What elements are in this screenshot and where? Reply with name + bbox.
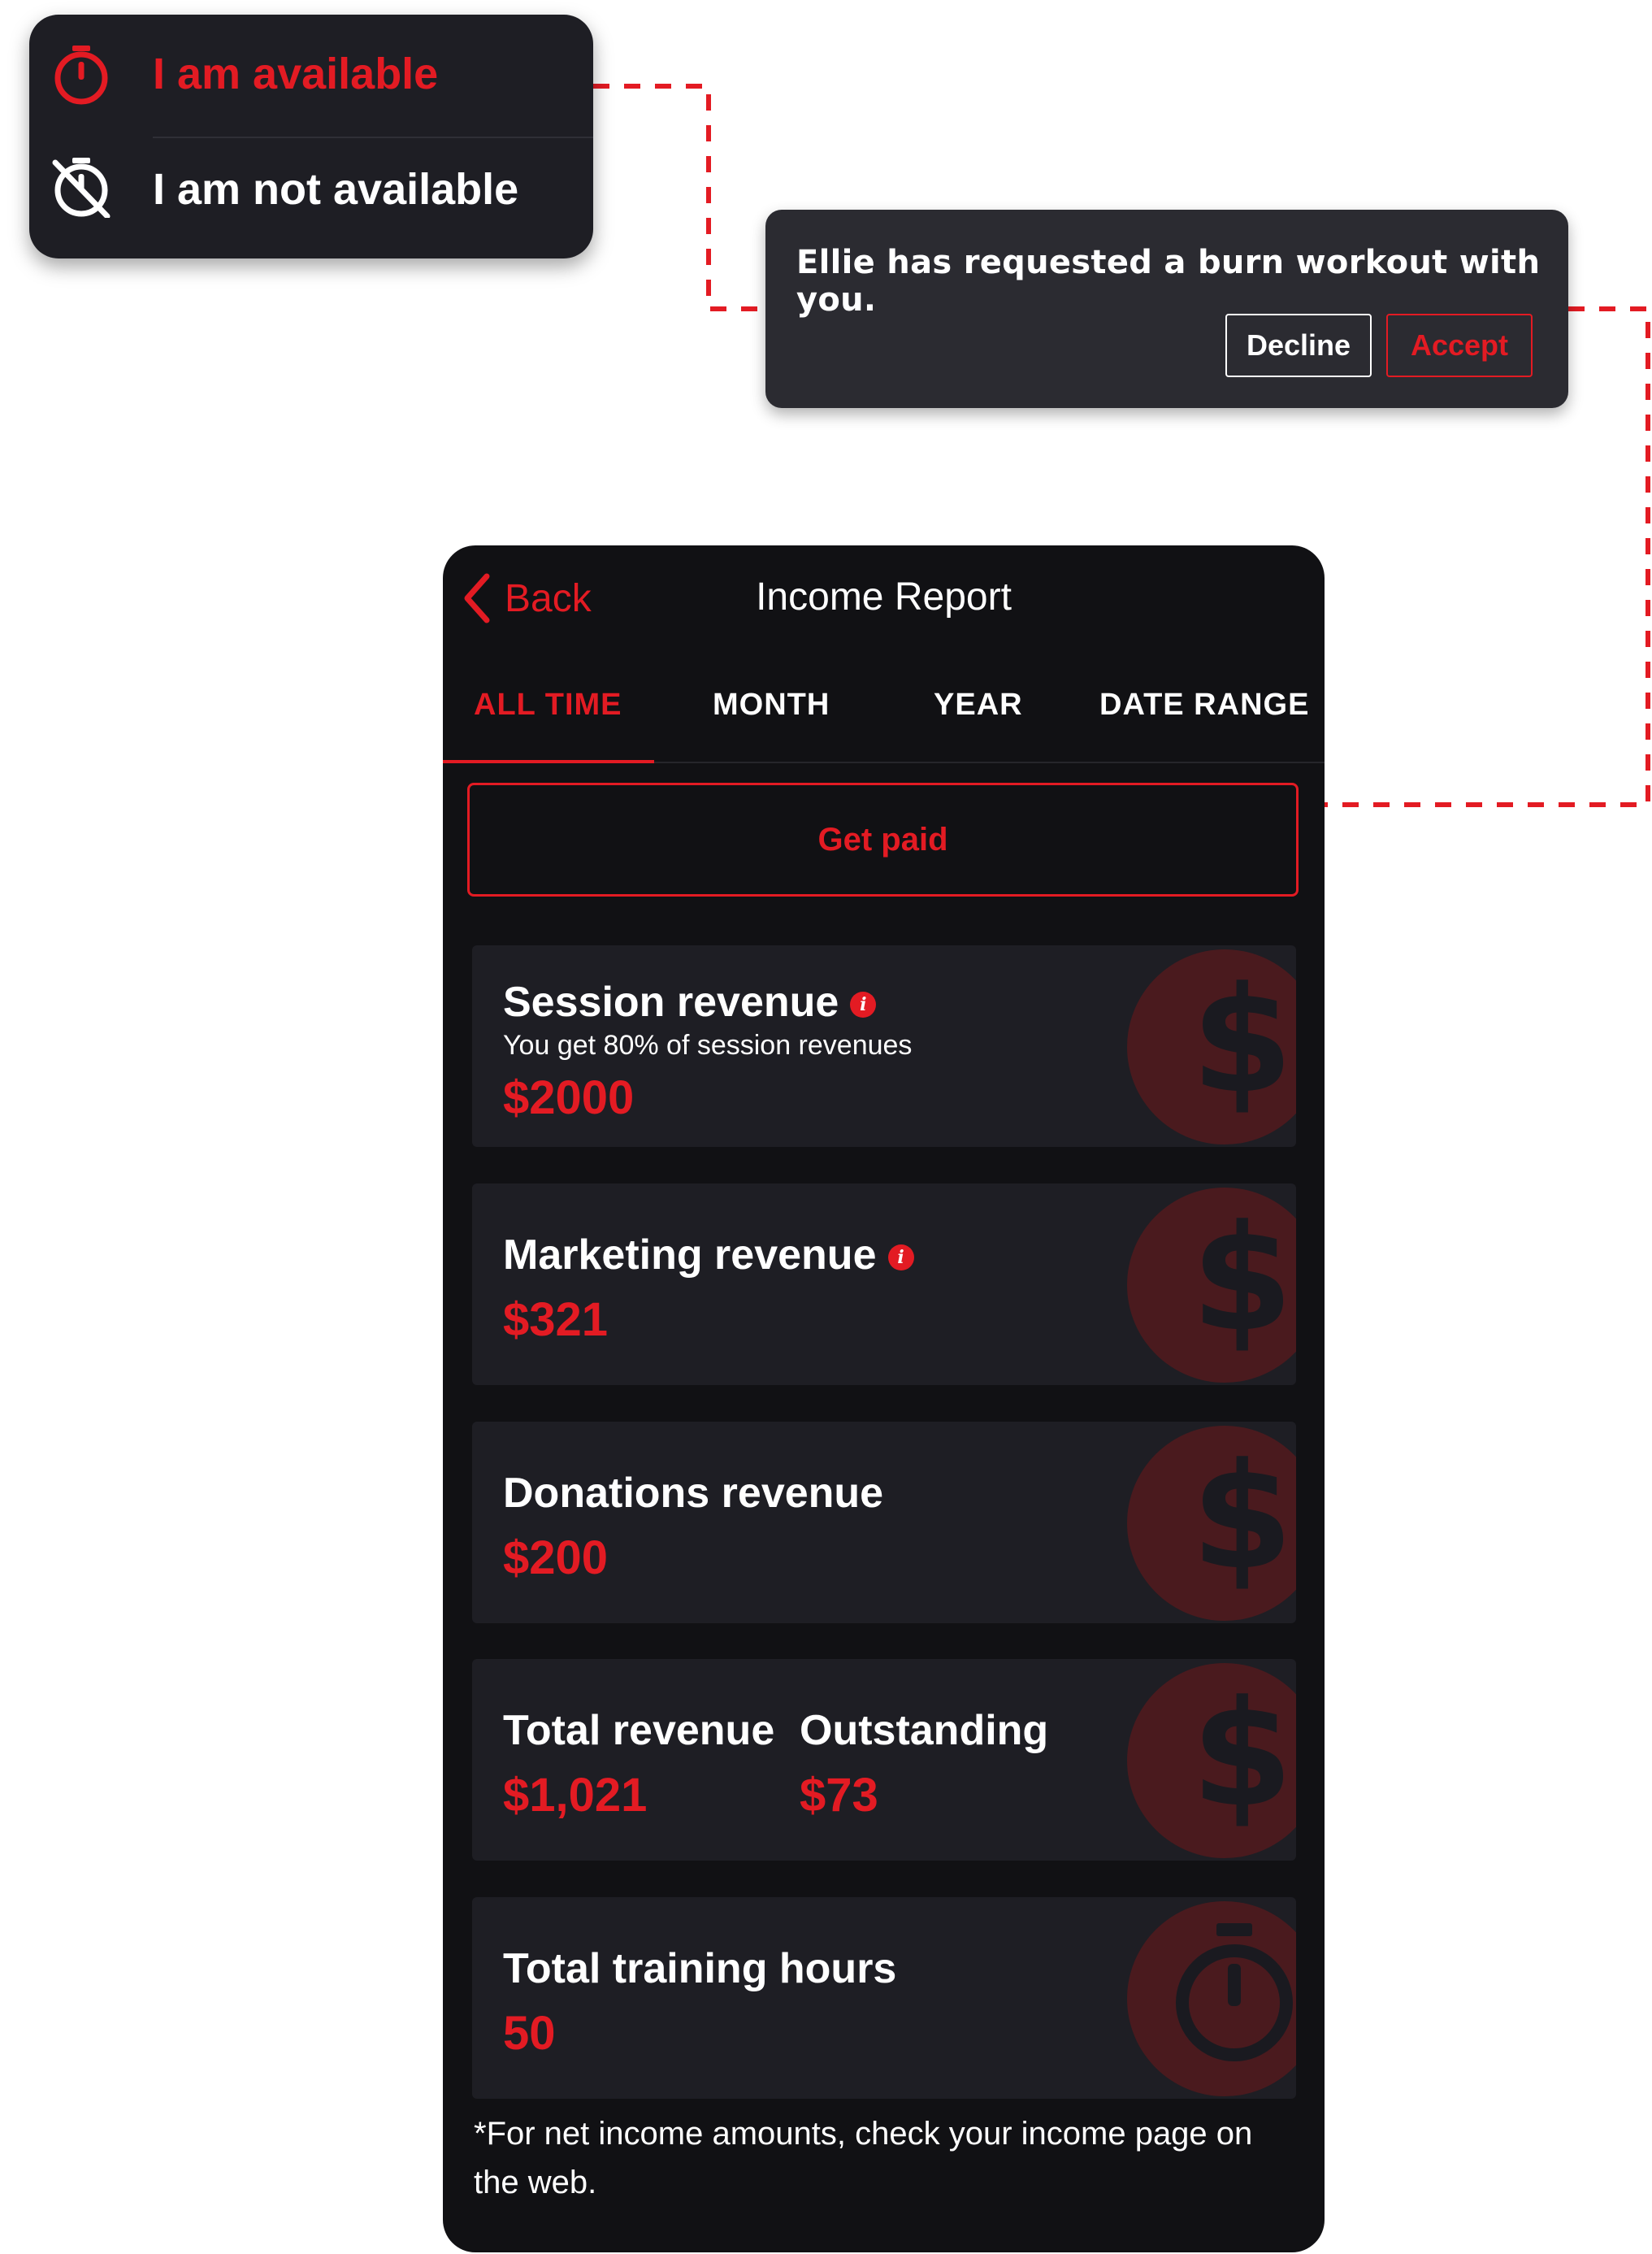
notification-message: Ellie has requested a burn workout with … [796,244,1541,319]
menu-item-available[interactable]: I am available [29,20,593,125]
dollar-icon: $ [1191,956,1294,1126]
available-label: I am available [153,50,439,98]
page-title: Income Report [756,575,1012,619]
training-hours-card: Total training hours 50 [472,1897,1296,2099]
accept-button[interactable]: Accept [1386,314,1533,377]
menu-item-not-available[interactable]: I am not available [29,141,593,247]
stopwatch-off-icon [52,158,111,218]
card-subtitle: You get 80% of session revenues [503,1030,913,1061]
card-title: Donations revenue [503,1470,884,1517]
donations-revenue-card: $ Donations revenue $200 [472,1422,1296,1623]
stopwatch-icon [54,46,108,105]
marketing-revenue-card: $ Marketing revenue i $321 [472,1183,1296,1385]
totals-card: $ Total revenue $1,021 Outstanding $73 [472,1659,1296,1861]
stopwatch-icon [1176,1923,1293,2061]
card-title: Total training hours [503,1945,897,1992]
info-icon[interactable]: i [887,1244,914,1271]
outstanding-title: Outstanding [800,1707,1049,1754]
tab-month[interactable]: MONTH [713,688,830,723]
total-revenue-title: Total revenue [503,1707,775,1754]
card-value: $2000 [503,1071,635,1124]
card-value: $200 [503,1531,609,1584]
active-tab-indicator [443,760,654,763]
tab-date-range[interactable]: DATE RANGE [1099,688,1309,723]
card-value: 50 [503,2007,556,2060]
dollar-icon: $ [1191,1670,1294,1839]
income-report-screen: Back Income Report ALL TIME MONTH YEAR D… [443,545,1325,2252]
info-icon[interactable]: i [850,992,877,1018]
workout-request-notification: Ellie has requested a burn workout with … [765,210,1568,408]
session-revenue-card: $ Session revenue i You get 80% of sessio… [472,945,1296,1147]
outstanding-value: $73 [800,1769,878,1822]
dollar-icon: $ [1191,1432,1294,1602]
decline-button[interactable]: Decline [1225,314,1372,377]
not-available-label: I am not available [153,165,519,214]
total-revenue-value: $1,021 [503,1769,648,1822]
card-value: $321 [503,1293,609,1346]
footnote: *For net income amounts, check your inco… [474,2116,1253,2200]
tab-all-time[interactable]: ALL TIME [474,688,622,723]
availability-menu: I am available I am not available [29,15,593,258]
get-paid-button[interactable]: Get paid [467,783,1299,897]
menu-divider [153,137,593,138]
tab-year[interactable]: YEAR [934,688,1023,723]
card-title: Session revenue i [503,978,877,1027]
dollar-icon: $ [1191,1194,1294,1364]
card-title: Marketing revenue i [503,1231,914,1279]
